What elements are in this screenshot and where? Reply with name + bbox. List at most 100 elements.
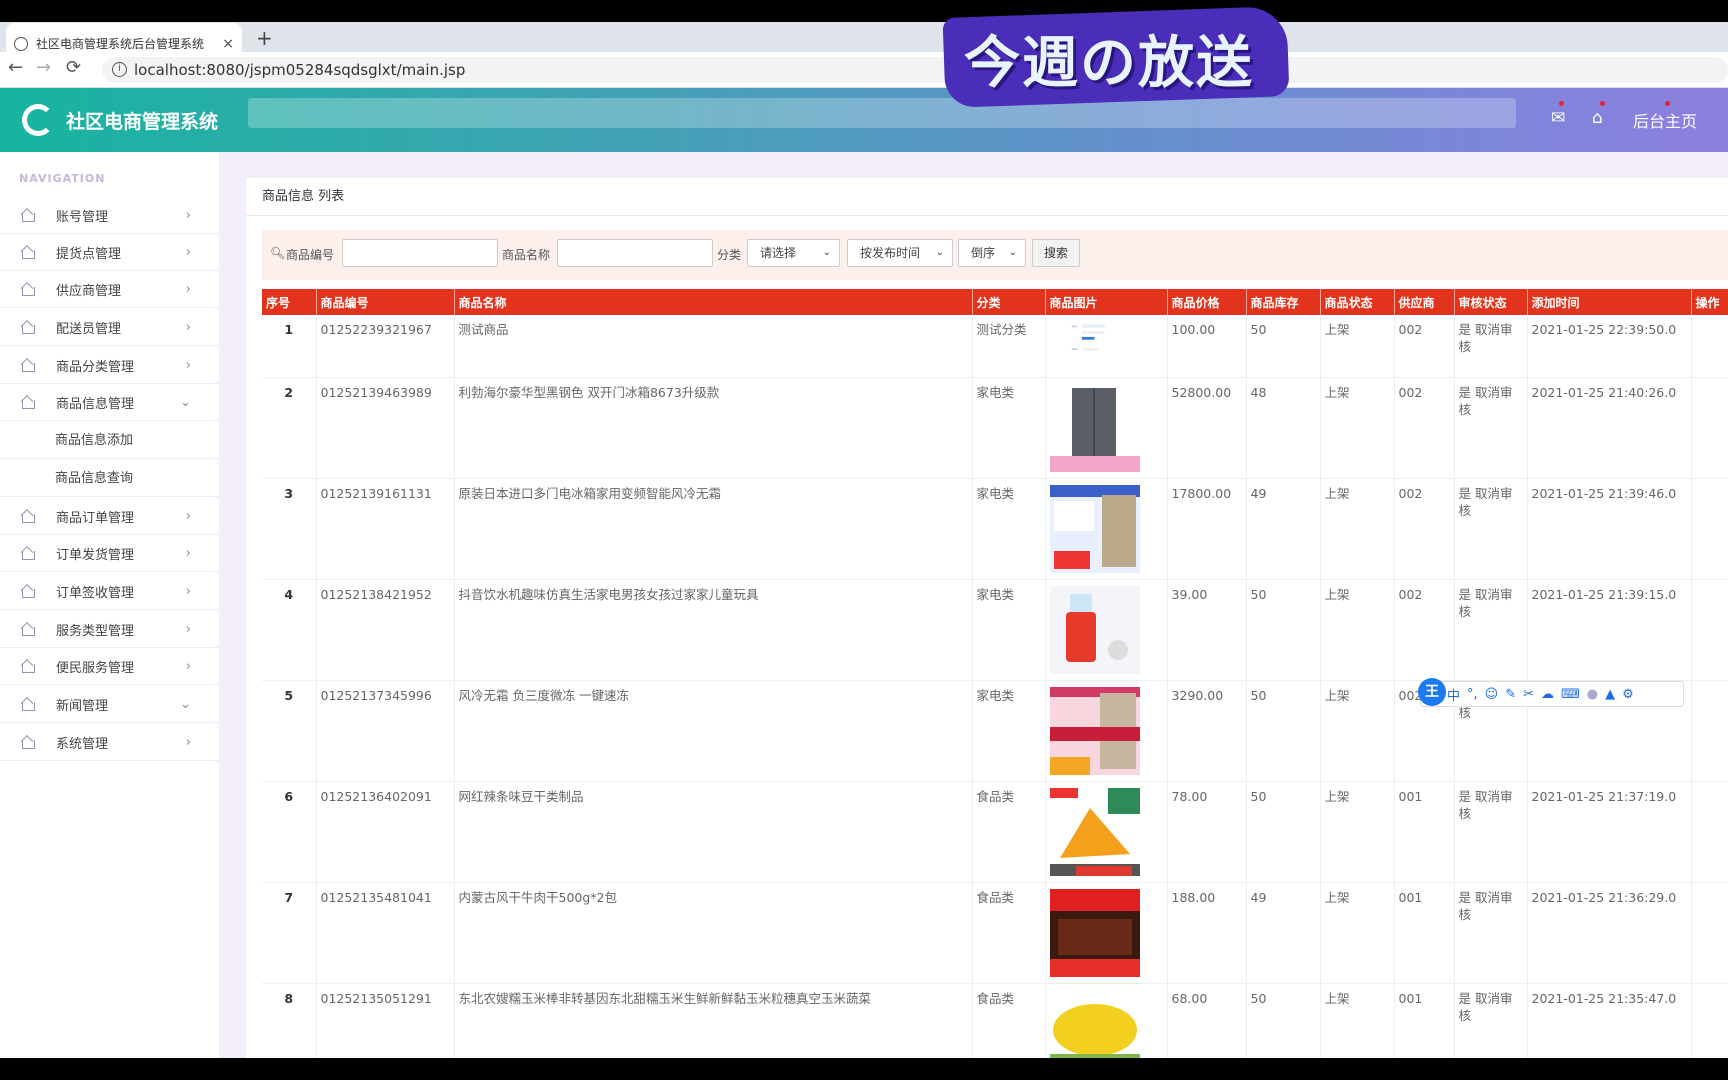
row-actions[interactable] [1691,478,1728,580]
keyboard-icon[interactable]: ⌨ [1561,687,1580,702]
house-icon [20,622,36,636]
chevron-down-icon: ⌄ [180,394,191,410]
category-select[interactable]: 请选择 ⌄ [747,239,840,267]
forward-icon[interactable]: → [36,57,51,78]
house-icon [20,659,36,673]
row-actions[interactable] [1691,377,1728,479]
sidebar-item-products[interactable]: 商品信息管理 ⌄ [0,384,219,421]
screen: 社区电商管理系统后台管理系统 × + ← → ⟳ i localhost:808… [0,0,1728,1080]
column-header: 序号 [262,289,317,315]
order-select[interactable]: 倒序 ⌄ [958,239,1026,267]
chevron-right-icon: › [185,658,191,674]
chevron-right-icon: › [185,583,191,599]
sort-select[interactable]: 按发布时间 ⌄ [847,239,953,267]
product-status: 上架 [1320,579,1395,681]
sidebar-subitem-product-query[interactable]: 商品信息查询 [0,460,219,497]
product-code: 01252139463989 [316,377,455,479]
info-icon[interactable]: i [112,62,127,77]
user-icon[interactable]: ● [1587,687,1598,702]
sort-select-value: 按发布时间 [860,246,921,260]
header-search-bar[interactable] [248,98,1516,128]
gear-icon[interactable]: ⚙ [1622,687,1634,702]
product-price: 100.00 [1167,315,1247,378]
product-stock: 50 [1246,579,1321,681]
product-supplier: 001 [1394,882,1455,984]
product-stock: 48 [1246,377,1321,479]
new-tab-button[interactable]: + [256,26,273,50]
sidebar-item-categories[interactable]: 商品分类管理 › [0,347,219,384]
name-input[interactable] [557,239,713,267]
reload-icon[interactable]: ⟳ [66,57,81,78]
url-field[interactable]: i localhost:8080/jspm05284sqdsglxt/main.… [102,57,1728,83]
code-input[interactable] [342,239,498,267]
back-icon[interactable]: ← [8,57,23,78]
product-name: 抖音饮水机趣味仿真生活家电男孩女孩过家家儿童玩具 [454,579,973,681]
product-supplier: 001 [1394,781,1455,883]
table-row: 3 01252139161131 原装日本进口多门电冰箱家用变频智能风冷无霜 家电类 1… [262,478,1728,580]
audit-status[interactable]: 是 取消审核 [1454,315,1528,378]
audit-status[interactable]: 是 取消审核 [1454,882,1528,984]
sidebar-item-service-types[interactable]: 服务类型管理 › [0,611,219,648]
product-name: 风冷无霜 负三度微冻 一键速冻 [454,680,973,782]
home-icon[interactable]: ⌂ [1592,108,1603,128]
house-icon [20,282,36,296]
sidebar-item-suppliers[interactable]: 供应商管理 › [0,271,219,308]
search-button[interactable]: 搜索 [1032,239,1080,267]
chevron-down-icon: ⌄ [180,696,191,712]
added-time: 2021-01-25 21:40:26.0 [1527,377,1692,479]
emoji-icon[interactable]: ☺ [1485,687,1499,702]
product-price: 78.00 [1167,781,1247,883]
sidebar-item-shipping[interactable]: 订单发货管理 › [0,535,219,572]
audit-status[interactable]: 是 取消审核 [1454,781,1528,883]
product-category: 家电类 [972,377,1046,479]
audit-status[interactable]: 是 取消审核 [1454,377,1528,479]
sidebar-item-signoff[interactable]: 订单签收管理 › [0,573,219,610]
audit-status[interactable]: 是 取消审核 [1454,478,1528,580]
sidebar-subitem-product-add[interactable]: 商品信息添加 [0,422,219,459]
sidebar-item-accounts[interactable]: 账号管理 › [0,197,219,234]
punctuation-icon[interactable]: °, [1467,687,1478,702]
product-code: 01252137345996 [316,680,455,782]
tab-title: 社区电商管理系统后台管理系统 [36,37,205,51]
product-status: 上架 [1320,781,1395,883]
product-image [1045,781,1168,883]
row-index: 1 [262,315,317,378]
product-code: 01252136402091 [316,781,455,883]
chevron-right-icon: › [185,734,191,750]
scissors-icon[interactable]: ✂ [1523,687,1534,702]
row-actions[interactable] [1691,781,1728,883]
product-price: 17800.00 [1167,478,1247,580]
sidebar-item-pickup[interactable]: 提货点管理 › [0,234,219,271]
product-stock: 50 [1246,680,1321,782]
column-header: 商品图片 [1045,289,1168,315]
house-icon [20,208,36,222]
tab-close-icon[interactable]: × [222,36,234,52]
name-label: 商品名称 [502,248,551,262]
ime-toolbar[interactable]: 中 °, ☺ ✎ ✂ ☁ ⌨ ● ▲ ⚙ [1420,681,1684,707]
cloud-icon[interactable]: ☁ [1541,687,1554,702]
sidebar-item-services[interactable]: 便民服务管理 › [0,648,219,685]
row-actions[interactable] [1691,579,1728,681]
mail-badge [1559,101,1564,106]
product-supplier: 002 [1394,478,1455,580]
product-code: 01252138421952 [316,579,455,681]
sidebar-item-system[interactable]: 系统管理 › [0,724,219,761]
ime-mode[interactable]: 中 [1447,685,1460,704]
mail-icon[interactable]: ✉ [1551,108,1565,128]
sidebar-item-couriers[interactable]: 配送员管理 › [0,309,219,346]
row-actions[interactable] [1691,315,1728,378]
pen-icon[interactable]: ✎ [1505,687,1516,702]
ime-logo[interactable]: 王 [1418,678,1446,706]
row-actions[interactable] [1691,680,1728,782]
row-index: 4 [262,579,317,681]
sidebar-item-label: 商品分类管理 [56,359,135,375]
sidebar-item-label: 配送员管理 [56,321,122,337]
product-image [1045,579,1168,681]
row-actions[interactable] [1691,882,1728,984]
admin-home-link[interactable]: 后台主页 [1633,108,1697,132]
shirt-icon[interactable]: ▲ [1605,687,1615,702]
sidebar-item-orders[interactable]: 商品订单管理 › [0,498,219,535]
sidebar-item-news[interactable]: 新闻管理 ⌄ [0,686,219,723]
audit-status[interactable]: 是 取消审核 [1454,579,1528,681]
column-header: 商品名称 [454,289,973,315]
